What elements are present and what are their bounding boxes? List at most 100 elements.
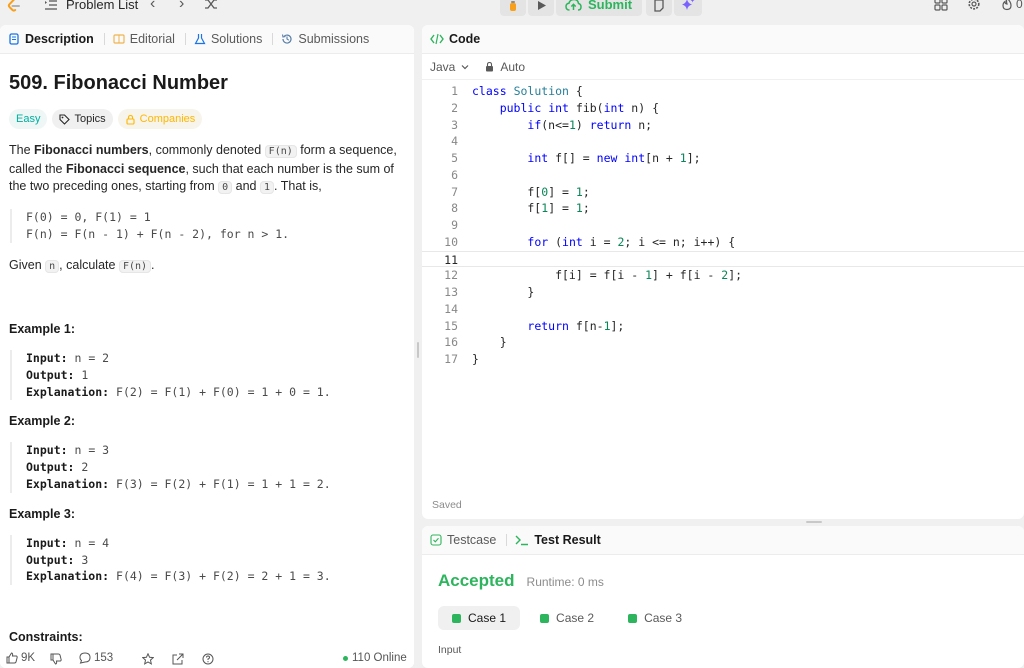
- constraints-heading: Constraints:: [9, 630, 83, 645]
- case-tabs: Case 1 Case 2 Case 3: [438, 606, 696, 630]
- tab-divider: [272, 33, 274, 45]
- tag-icon: [59, 113, 71, 125]
- shuffle-icon[interactable]: [204, 0, 218, 11]
- run-button[interactable]: [528, 0, 554, 16]
- companies-label: Companies: [139, 113, 196, 125]
- online-count: 110 Online: [352, 652, 407, 664]
- like-button[interactable]: 9K: [6, 652, 35, 664]
- submit-button[interactable]: Submit: [556, 0, 642, 16]
- tab-testcase[interactable]: Testcase: [430, 533, 496, 547]
- bug-icon: [510, 1, 516, 11]
- code-text: f[0] = 1;: [472, 184, 590, 199]
- problem-list-link[interactable]: Problem List: [66, 0, 138, 12]
- star-icon[interactable]: [142, 653, 154, 665]
- result-tabbar: Testcase Test Result: [422, 526, 1024, 555]
- document-icon: [9, 33, 19, 45]
- code-line[interactable]: 5 int f[] = new int[n + 1];: [422, 150, 1024, 167]
- settings-gear-icon[interactable]: [967, 0, 981, 11]
- line-number: 4: [451, 134, 458, 149]
- topics-label: Topics: [74, 113, 106, 125]
- lock-icon: [486, 61, 494, 72]
- submit-label: Submit: [588, 0, 633, 12]
- code-editor[interactable]: 1 class Solution {2 public int fib(int n)…: [422, 83, 1024, 368]
- code-line[interactable]: 11: [422, 250, 1024, 269]
- example-2-heading: Example 2:: [9, 414, 76, 429]
- code-line[interactable]: 8 f[1] = 1;: [422, 200, 1024, 217]
- code-line[interactable]: 17}: [422, 351, 1024, 368]
- vertical-resize-handle[interactable]: [417, 342, 419, 358]
- play-icon: [538, 1, 546, 10]
- problem-description: 509. Fibonacci Number Easy Topics Compan…: [0, 72, 414, 644]
- code-text: f[i] = f[i - 1] + f[i - 2];: [472, 268, 743, 283]
- case-tab-3[interactable]: Case 3: [614, 606, 696, 630]
- online-dot: [343, 655, 348, 661]
- line-number: 11: [444, 252, 458, 267]
- thumbs-down-icon[interactable]: [50, 653, 62, 665]
- streak-count: 0: [1016, 0, 1023, 11]
- tab-editorial-label: Editorial: [129, 32, 175, 46]
- code-line[interactable]: 10 for (int i = 2; i <= n; i++) {: [422, 234, 1024, 251]
- leetcode-logo-icon[interactable]: [6, 0, 22, 13]
- code-line[interactable]: 4: [422, 133, 1024, 150]
- code-line[interactable]: 3 if(n<=1) return n;: [422, 117, 1024, 134]
- ai-assistant-button[interactable]: [674, 0, 702, 16]
- next-problem-icon[interactable]: ›: [179, 0, 184, 13]
- code-line[interactable]: 16 }: [422, 334, 1024, 351]
- problem-title[interactable]: 509. Fibonacci Number: [9, 72, 405, 95]
- code-line[interactable]: 6: [422, 167, 1024, 184]
- code-line[interactable]: 1 class Solution {: [422, 83, 1024, 100]
- line-number: 10: [444, 234, 458, 249]
- notes-button[interactable]: [646, 0, 672, 16]
- result-status-row: Accepted Runtime: 0 ms: [438, 571, 604, 591]
- share-icon[interactable]: [172, 653, 184, 665]
- case-label: Case 3: [644, 611, 683, 625]
- code-text: for (int i = 2; i <= n; i++) {: [527, 234, 736, 249]
- code-line[interactable]: 7 f[0] = 1;: [422, 184, 1024, 201]
- code-line[interactable]: 12 f[i] = f[i - 1] + f[i - 2];: [422, 267, 1024, 284]
- description-panel: Description Editorial Solutions Submissi…: [0, 25, 414, 668]
- saved-status: Saved: [432, 499, 462, 511]
- streak-icon[interactable]: [1000, 0, 1014, 11]
- problem-tags: Easy Topics Companies: [9, 109, 405, 129]
- code-line[interactable]: 2 public int fib(int n) {: [422, 100, 1024, 117]
- result-panel: Testcase Test Result Accepted Runtime: 0…: [422, 526, 1024, 668]
- history-icon: [282, 34, 292, 44]
- horizontal-resize-handle[interactable]: [806, 521, 822, 523]
- code-text: return f[n-1];: [527, 318, 625, 333]
- problem-list-icon[interactable]: [44, 0, 58, 12]
- code-text: int f[] = new int[n + 1];: [527, 151, 701, 165]
- tab-description[interactable]: Description: [8, 32, 94, 46]
- language-select[interactable]: Java: [430, 60, 470, 74]
- tab-code[interactable]: Code: [430, 32, 480, 46]
- tab-test-result[interactable]: Test Result: [515, 533, 601, 547]
- line-number: 5: [451, 151, 458, 165]
- companies-chip[interactable]: Companies: [117, 109, 203, 129]
- code-line[interactable]: 13 }: [422, 284, 1024, 301]
- line-number: 1: [451, 84, 458, 98]
- tab-solutions[interactable]: Solutions: [194, 32, 262, 46]
- code-line[interactable]: 9: [422, 217, 1024, 234]
- sparkle-icon: [682, 0, 695, 10]
- auto-mode-toggle[interactable]: Auto: [484, 60, 525, 74]
- tab-editorial[interactable]: Editorial: [113, 32, 175, 46]
- comments-button[interactable]: 153: [79, 652, 113, 664]
- debug-button[interactable]: [500, 0, 526, 16]
- line-number: 14: [444, 301, 458, 316]
- layout-icon[interactable]: [934, 0, 948, 11]
- checkbox-icon: [430, 534, 442, 546]
- code-line[interactable]: 15 return f[n-1];: [422, 318, 1024, 335]
- prev-problem-icon[interactable]: ‹: [150, 0, 155, 13]
- line-number: 9: [451, 218, 458, 232]
- example-1-heading: Example 1:: [9, 322, 76, 336]
- thumbs-up-icon: [6, 652, 18, 664]
- help-icon[interactable]: [202, 653, 214, 665]
- topics-chip[interactable]: Topics: [52, 109, 113, 129]
- task-paragraph: Given n, calculate F(n).: [9, 257, 155, 273]
- tab-code-label: Code: [449, 32, 481, 46]
- case-tab-1[interactable]: Case 1: [438, 606, 521, 630]
- case-tab-2[interactable]: Case 2: [526, 606, 608, 630]
- tab-submissions[interactable]: Submissions: [281, 32, 369, 46]
- tab-divider: [103, 33, 105, 45]
- code-line[interactable]: 14: [422, 301, 1024, 318]
